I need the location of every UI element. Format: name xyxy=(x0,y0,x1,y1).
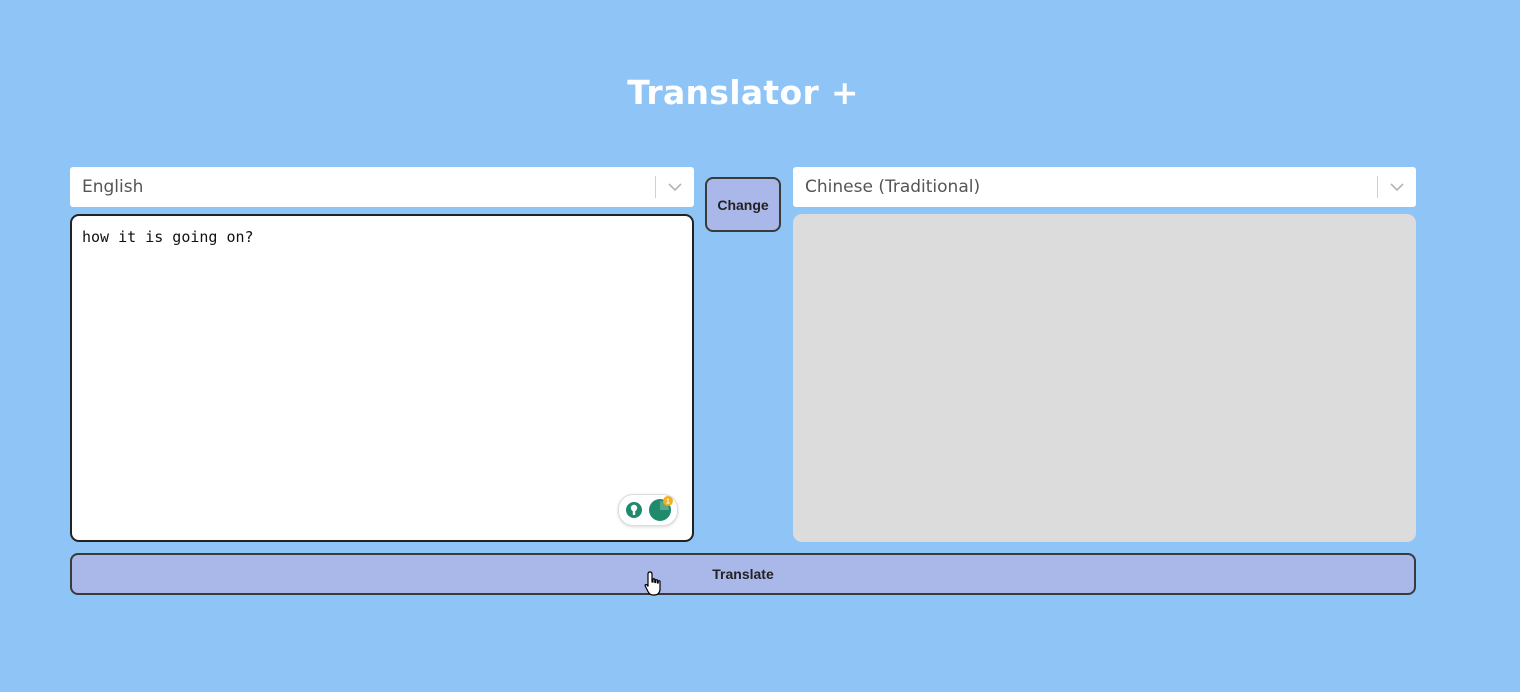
svg-text:1: 1 xyxy=(666,499,670,506)
change-button[interactable]: Change xyxy=(705,177,781,232)
target-language-select[interactable]: Chinese (Traditional) xyxy=(793,167,1416,207)
source-language-value: English xyxy=(82,177,144,197)
grammarly-widget-icon[interactable]: 1 xyxy=(618,494,678,526)
chevron-down-icon[interactable] xyxy=(656,167,694,207)
chevron-down-icon[interactable] xyxy=(1378,167,1416,207)
source-text-area[interactable]: how it is going on? 1 xyxy=(70,214,694,542)
app-title: Translator + xyxy=(627,73,859,112)
target-language-value: Chinese (Traditional) xyxy=(805,177,981,197)
source-text: how it is going on? xyxy=(82,228,254,246)
source-language-select[interactable]: English xyxy=(70,167,694,207)
hand-pointer-icon xyxy=(644,571,661,596)
translation-output-area xyxy=(793,214,1416,542)
translate-button[interactable]: Translate xyxy=(70,553,1416,595)
